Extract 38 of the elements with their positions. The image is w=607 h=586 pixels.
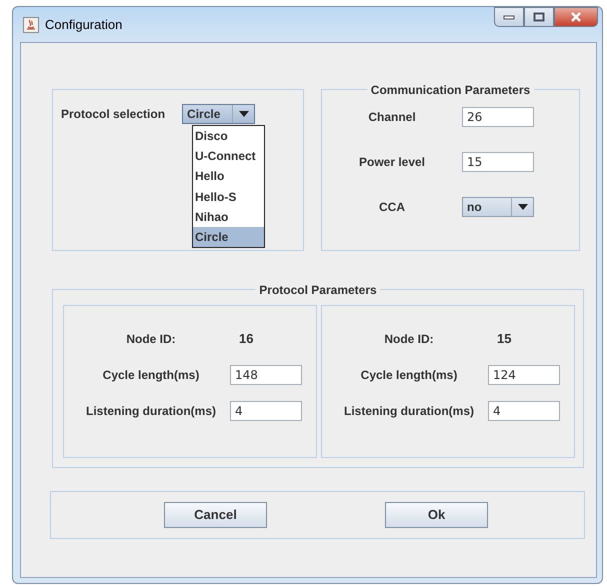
field-label: Node ID: xyxy=(383,330,435,348)
dropdown-option[interactable]: U-Connect xyxy=(193,146,264,166)
maximize-button[interactable] xyxy=(524,7,554,27)
dropdown-option[interactable]: Disco xyxy=(193,126,264,146)
minimize-icon xyxy=(503,14,515,20)
field-label: Node ID: xyxy=(125,330,177,348)
field-label: Listening duration(ms) xyxy=(343,402,475,420)
dropdown-option[interactable]: Hello-S xyxy=(193,186,264,207)
field-label: Cycle length(ms) xyxy=(360,366,458,384)
field-label: Power level xyxy=(358,154,426,171)
field-label: Cycle length(ms) xyxy=(102,366,200,384)
maximize-icon xyxy=(533,12,545,22)
dropdown-option[interactable]: Hello xyxy=(193,166,264,187)
text-field[interactable]: 4 xyxy=(230,400,302,420)
field-label: Listening duration(ms) xyxy=(85,402,217,420)
dropdown[interactable]: Circle xyxy=(182,104,256,124)
node-id-value: 16 xyxy=(238,330,254,348)
caret-icon xyxy=(518,204,528,210)
dropdown-option[interactable]: Nihao xyxy=(193,206,264,228)
field-label: Channel xyxy=(367,109,417,126)
field-label: CCA xyxy=(378,199,406,216)
caret-icon xyxy=(238,111,249,117)
text-field[interactable]: 4 xyxy=(488,400,560,420)
text-field[interactable]: 15 xyxy=(462,152,534,172)
dropdown[interactable]: no xyxy=(462,197,534,217)
node-id-value: 15 xyxy=(496,330,512,348)
dropdown-option[interactable]: Circle xyxy=(193,227,264,248)
dialog-button[interactable]: Cancel xyxy=(164,502,267,528)
text-field[interactable]: 26 xyxy=(462,107,534,127)
field-label: Protocol selection xyxy=(61,106,166,123)
app-icon xyxy=(23,17,39,33)
window-title: Configuration xyxy=(45,16,122,34)
close-button[interactable] xyxy=(554,7,598,27)
minimize-button[interactable] xyxy=(494,7,524,27)
text-field[interactable]: 124 xyxy=(488,364,560,384)
text-field[interactable]: 148 xyxy=(230,364,302,384)
dialog-button[interactable]: Ok xyxy=(385,502,488,528)
close-icon xyxy=(570,12,582,22)
